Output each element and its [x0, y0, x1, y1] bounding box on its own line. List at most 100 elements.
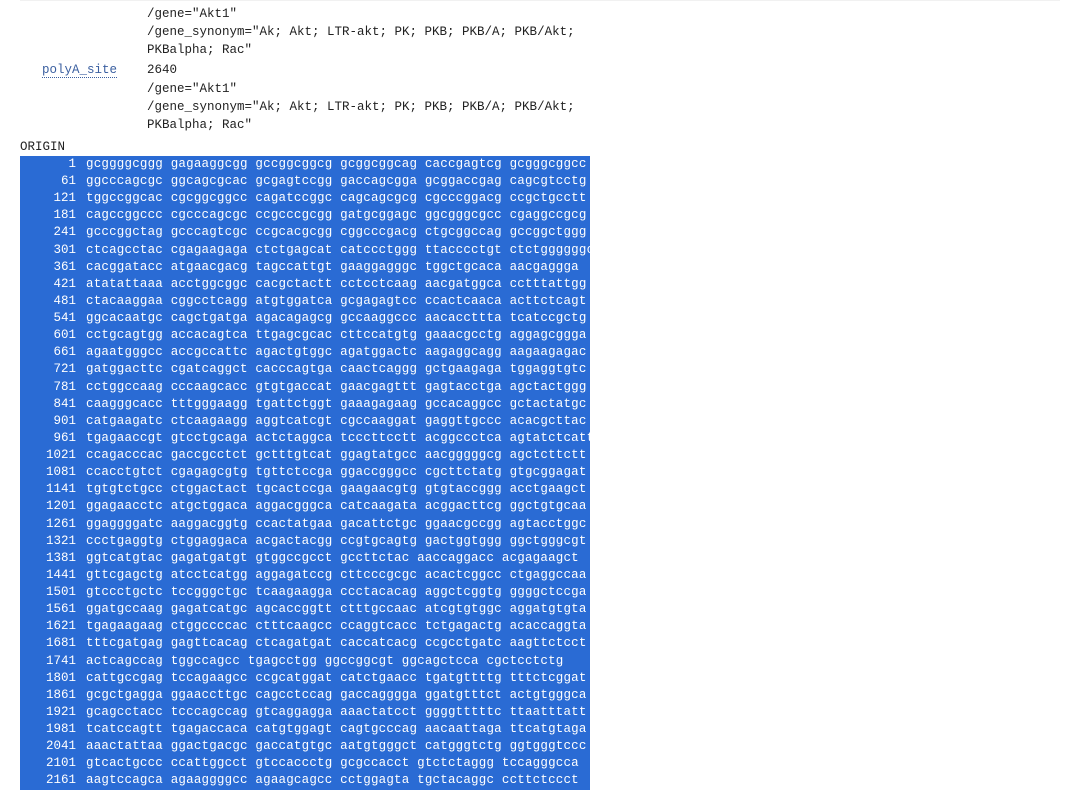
sequence-row[interactable]: 721gatggacttc cgatcaggct cacccagtga caac… — [20, 361, 590, 378]
sequence-position: 601 — [20, 327, 86, 344]
sequence-position: 1561 — [20, 601, 86, 618]
feature-qualifier: /gene_synonym="Ak; Akt; LTR-akt; PK; PKB… — [147, 23, 1060, 41]
feature-line: PKBalpha; Rac" — [20, 41, 1060, 59]
sequence-bases: tgtgtctgcc ctggactact tgcactccga gaagaac… — [86, 481, 587, 498]
sequence-position: 1081 — [20, 464, 86, 481]
sequence-position: 1381 — [20, 550, 86, 567]
sequence-row[interactable]: 1261ggaggggatc aaggacggtg ccactatgaa gac… — [20, 516, 590, 533]
feature-key-column — [20, 5, 147, 23]
sequence-row[interactable]: 2161aagtccagca agaaggggcc agaagcagcc cct… — [20, 772, 590, 789]
sequence-row[interactable]: 1441gttcgagctg atcctcatgg aggagatccg ctt… — [20, 567, 590, 584]
feature-key-column — [20, 98, 147, 116]
sequence-bases: cctggccaag cccaagcacc gtgtgaccat gaacgag… — [86, 379, 587, 396]
sequence-position: 1981 — [20, 721, 86, 738]
feature-line: /gene_synonym="Ak; Akt; LTR-akt; PK; PKB… — [20, 23, 1060, 41]
sequence-row[interactable]: 1201ggagaacctc atgctggaca aggacgggca cat… — [20, 498, 590, 515]
feature-key-column — [20, 80, 147, 98]
origin-heading: ORIGIN — [20, 140, 1060, 154]
sequence-row[interactable]: 421atatattaaa acctggcggc cacgctactt cctc… — [20, 276, 590, 293]
sequence-row[interactable]: 901catgaagatc ctcaagaagg aggtcatcgt cgcc… — [20, 413, 590, 430]
sequence-bases: agaatgggcc accgccattc agactgtggc agatgga… — [86, 344, 587, 361]
sequence-position: 1801 — [20, 670, 86, 687]
sequence-row[interactable]: 781cctggccaag cccaagcacc gtgtgaccat gaac… — [20, 379, 590, 396]
sequence-bases: tcatccagtt tgagaccaca catgtggagt cagtgcc… — [86, 721, 587, 738]
feature-line: PKBalpha; Rac" — [20, 116, 1060, 134]
sequence-bases: cattgccgag tccagaagcc ccgcatggat catctga… — [86, 670, 587, 687]
sequence-position: 1921 — [20, 704, 86, 721]
feature-key-column: polyA_site — [20, 61, 147, 79]
sequence-row[interactable]: 481ctacaaggaa cggcctcagg atgtggatca gcga… — [20, 293, 590, 310]
sequence-row[interactable]: 2041aaactattaa ggactgacgc gaccatgtgc aat… — [20, 738, 590, 755]
sequence-bases: cctgcagtgg accacagtca ttgagcgcac cttccat… — [86, 327, 587, 344]
sequence-position: 721 — [20, 361, 86, 378]
sequence-bases: caagggcacc tttgggaagg tgattctggt gaaagag… — [86, 396, 587, 413]
sequence-bases: ggtcatgtac gagatgatgt gtggccgcct gccttct… — [86, 550, 579, 567]
sequence-row[interactable]: 1021ccagacccac gaccgcctct gctttgtcat gga… — [20, 447, 590, 464]
feature-key-link[interactable]: polyA_site — [42, 63, 117, 78]
feature-key-column — [20, 116, 147, 134]
sequence-row[interactable]: 1321ccctgaggtg ctggaggaca acgactacgg ccg… — [20, 533, 590, 550]
sequence-bases: cagccggccc cgcccagcgc ccgcccgcgg gatgcgg… — [86, 207, 587, 224]
feature-line: /gene="Akt1" — [20, 5, 1060, 23]
sequence-row[interactable]: 1801cattgccgag tccagaagcc ccgcatggat cat… — [20, 670, 590, 687]
sequence-row[interactable]: 2101gtcactgccc ccattggcct gtccaccctg gcg… — [20, 755, 590, 772]
sequence-row[interactable]: 1921gcagcctacc tcccagccag gtcaggagga aaa… — [20, 704, 590, 721]
sequence-row[interactable]: 541ggcacaatgc cagctgatga agacagagcg gcca… — [20, 310, 590, 327]
sequence-position: 1261 — [20, 516, 86, 533]
sequence-bases: ctcagcctac cgagaagaga ctctgagcat catccct… — [86, 242, 594, 259]
sequence-bases: gtccctgctc tccgggctgc tcaagaagga ccctaca… — [86, 584, 587, 601]
sequence-position: 181 — [20, 207, 86, 224]
sequence-row[interactable]: 361cacggatacc atgaacgacg tagccattgt gaag… — [20, 259, 590, 276]
sequence-row[interactable]: 841caagggcacc tttgggaagg tgattctggt gaaa… — [20, 396, 590, 413]
sequence-row[interactable]: 1gcggggcggg gagaaggcgg gccggcggcg gcggcg… — [20, 156, 590, 173]
sequence-row[interactable]: 241gcccggctag gcccagtcgc ccgcacgcgg cggc… — [20, 224, 590, 241]
sequence-row[interactable]: 601cctgcagtgg accacagtca ttgagcgcac cttc… — [20, 327, 590, 344]
sequence-row[interactable]: 1981tcatccagtt tgagaccaca catgtggagt cag… — [20, 721, 590, 738]
sequence-row[interactable]: 1741actcagccag tggccagcc tgagcctgg ggccg… — [20, 653, 590, 670]
sequence-block[interactable]: 1gcggggcggg gagaaggcgg gccggcggcg gcggcg… — [20, 156, 1060, 790]
sequence-row[interactable]: 1081ccacctgtct cgagagcgtg tgttctccga gga… — [20, 464, 590, 481]
sequence-row[interactable]: 1561ggatgccaag gagatcatgc agcaccggtt ctt… — [20, 601, 590, 618]
feature-qualifier: PKBalpha; Rac" — [147, 116, 1060, 134]
sequence-bases: ggaggggatc aaggacggtg ccactatgaa gacattc… — [86, 516, 587, 533]
sequence-bases: catgaagatc ctcaagaagg aggtcatcgt cgccaag… — [86, 413, 587, 430]
sequence-row[interactable]: 61ggcccagcgc ggcagcgcac gcgagtccgg gacca… — [20, 173, 590, 190]
feature-qualifier: /gene="Akt1" — [147, 80, 1060, 98]
sequence-row[interactable]: 1681tttcgatgag gagttcacag ctcagatgat cac… — [20, 635, 590, 652]
feature-entry: polyA_site2640/gene="Akt1"/gene_synonym=… — [20, 61, 1060, 134]
feature-key-column — [20, 23, 147, 41]
sequence-bases: gttcgagctg atcctcatgg aggagatccg cttcccg… — [86, 567, 587, 584]
sequence-bases: tggccggcac cgcggcggcc cagatccggc cagcagc… — [86, 190, 587, 207]
feature-line: /gene="Akt1" — [20, 80, 1060, 98]
sequence-bases: gcccggctag gcccagtcgc ccgcacgcgg cggcccg… — [86, 224, 587, 241]
sequence-bases: ggatgccaag gagatcatgc agcaccggtt ctttgcc… — [86, 601, 587, 618]
sequence-bases: ggcccagcgc ggcagcgcac gcgagtccgg gaccagc… — [86, 173, 587, 190]
sequence-row[interactable]: 1861gcgctgagga ggaaccttgc cagcctccag gac… — [20, 687, 590, 704]
sequence-bases: ggcacaatgc cagctgatga agacagagcg gccaagg… — [86, 310, 587, 327]
sequence-bases: tttcgatgag gagttcacag ctcagatgat caccatc… — [86, 635, 587, 652]
feature-entry: /gene="Akt1"/gene_synonym="Ak; Akt; LTR-… — [20, 5, 1060, 59]
sequence-row[interactable]: 121tggccggcac cgcggcggcc cagatccggc cagc… — [20, 190, 590, 207]
sequence-position: 541 — [20, 310, 86, 327]
sequence-position: 1201 — [20, 498, 86, 515]
sequence-position: 1681 — [20, 635, 86, 652]
sequence-position: 1441 — [20, 567, 86, 584]
sequence-row[interactable]: 301ctcagcctac cgagaagaga ctctgagcat catc… — [20, 242, 590, 259]
sequence-row[interactable]: 661agaatgggcc accgccattc agactgtggc agat… — [20, 344, 590, 361]
sequence-row[interactable]: 961tgagaaccgt gtcctgcaga actctaggca tccc… — [20, 430, 590, 447]
sequence-bases: ctacaaggaa cggcctcagg atgtggatca gcgagag… — [86, 293, 587, 310]
sequence-row[interactable]: 1621tgagaagaag ctggccccac ctttcaagcc cca… — [20, 618, 590, 635]
top-divider — [20, 0, 1060, 1]
sequence-row[interactable]: 1501gtccctgctc tccgggctgc tcaagaagga ccc… — [20, 584, 590, 601]
sequence-bases: gatggacttc cgatcaggct cacccagtga caactca… — [86, 361, 587, 378]
sequence-position: 361 — [20, 259, 86, 276]
sequence-row[interactable]: 181cagccggccc cgcccagcgc ccgcccgcgg gatg… — [20, 207, 590, 224]
sequence-position: 121 — [20, 190, 86, 207]
sequence-bases: gcggggcggg gagaaggcgg gccggcggcg gcggcgg… — [86, 156, 587, 173]
sequence-position: 901 — [20, 413, 86, 430]
sequence-row[interactable]: 1141tgtgtctgcc ctggactact tgcactccga gaa… — [20, 481, 590, 498]
sequence-position: 841 — [20, 396, 86, 413]
sequence-bases: gcgctgagga ggaaccttgc cagcctccag gaccagg… — [86, 687, 587, 704]
sequence-row[interactable]: 1381ggtcatgtac gagatgatgt gtggccgcct gcc… — [20, 550, 590, 567]
sequence-position: 2161 — [20, 772, 86, 789]
